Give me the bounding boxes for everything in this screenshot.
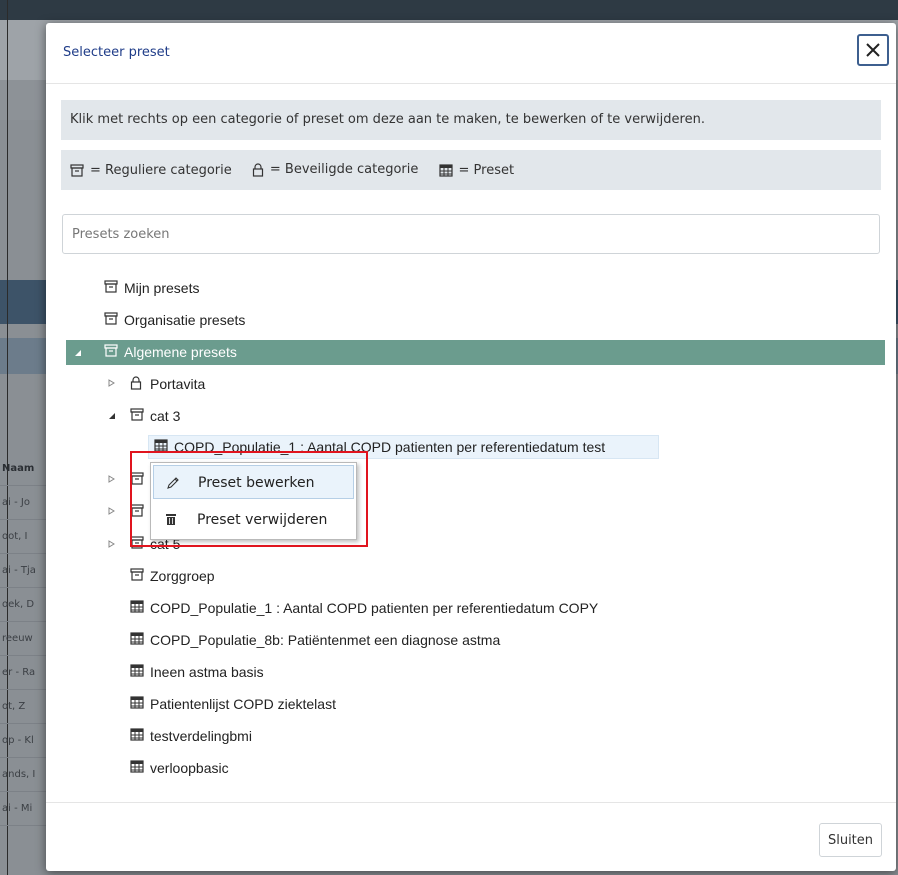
collapsed-toggle-icon[interactable] bbox=[108, 379, 116, 387]
tree-node-preset[interactable]: COPD_Populatie_1 : Aantal COPD patienten… bbox=[130, 596, 598, 620]
dialog-header: Selecteer preset bbox=[46, 23, 896, 84]
tree-node-zorggroep[interactable]: Zorggroep bbox=[130, 564, 215, 588]
tree-node-label: Zorggroep bbox=[150, 568, 215, 584]
legend-secured: = Beveiligde categorie bbox=[252, 150, 418, 190]
legend-bar: = Reguliere categorie = Beveiligde categ… bbox=[61, 150, 881, 190]
table-icon bbox=[130, 664, 146, 680]
close-button[interactable] bbox=[857, 34, 889, 66]
legend-regular: = Reguliere categorie bbox=[70, 151, 232, 191]
instruction-text: Klik met rechts op een categorie of pres… bbox=[70, 112, 705, 127]
table-icon bbox=[154, 439, 170, 455]
archive-icon bbox=[130, 504, 146, 520]
close-icon bbox=[866, 43, 880, 57]
table-icon bbox=[130, 760, 146, 776]
background-name-row: er - Ra bbox=[0, 656, 46, 690]
tree-node-preset[interactable]: Patientenlijst COPD ziektelast bbox=[130, 692, 336, 716]
tree-node-cat-3[interactable]: cat 3 bbox=[130, 404, 180, 428]
collapsed-toggle-icon[interactable] bbox=[108, 507, 116, 515]
background-name-row: ands, I bbox=[0, 758, 46, 792]
preset-search-input[interactable] bbox=[62, 214, 880, 254]
tree-node-label: verloopbasic bbox=[150, 760, 229, 776]
background-name-row: ot, Z bbox=[0, 690, 46, 724]
tree-node-label: Patientenlijst COPD ziektelast bbox=[150, 696, 336, 712]
tree-node-label: Organisatie presets bbox=[124, 312, 246, 328]
pencil-icon bbox=[167, 477, 179, 489]
archive-icon bbox=[104, 344, 120, 360]
tree-node-label: Ineen astma basis bbox=[150, 664, 264, 680]
legend-regular-label: = Reguliere categorie bbox=[90, 162, 232, 178]
tree-node-algemene-presets[interactable]: Algemene presets bbox=[104, 340, 237, 364]
table-icon bbox=[130, 600, 146, 616]
background-name-column: Naam ai - Jo oot, I ai - Tja oek, D reeu… bbox=[0, 452, 46, 826]
expanded-toggle-icon[interactable] bbox=[108, 412, 116, 420]
tree-node-label: Portavita bbox=[150, 376, 206, 392]
background-name-row: ai - Jo bbox=[0, 486, 46, 520]
background-name-row: ai - Mi bbox=[0, 792, 46, 826]
tree-node-organisatie-presets[interactable]: Organisatie presets bbox=[104, 308, 245, 332]
sluiten-button[interactable]: Sluiten bbox=[819, 823, 882, 857]
legend-preset-label: = Preset bbox=[458, 162, 515, 178]
tree-node-hidden-category[interactable] bbox=[130, 468, 150, 492]
archive-icon bbox=[104, 312, 120, 328]
table-icon bbox=[130, 696, 146, 712]
archive-icon bbox=[104, 280, 120, 296]
context-menu: Preset bewerken Preset verwijderen bbox=[150, 462, 357, 540]
archive-icon bbox=[130, 472, 146, 488]
tree-node-cat3-preset[interactable]: COPD_Populatie_1 : Aantal COPD patienten… bbox=[154, 435, 605, 459]
expanded-toggle-icon[interactable] bbox=[74, 349, 82, 357]
archive-icon bbox=[130, 408, 146, 424]
lock-icon bbox=[252, 163, 263, 177]
archive-icon bbox=[130, 568, 146, 584]
tree-node-label: COPD_Populatie_8b: Patiëntenmet een diag… bbox=[150, 632, 501, 648]
tree-node-preset[interactable]: Ineen astma basis bbox=[130, 660, 264, 684]
delete-preset-label: Preset verwijderen bbox=[197, 512, 328, 528]
legend-preset: = Preset bbox=[438, 151, 515, 191]
tree-node-label: COPD_Populatie_1 : Aantal COPD patienten… bbox=[150, 600, 599, 616]
tree-node-label: testverdelingbmi bbox=[150, 728, 252, 744]
lock-icon bbox=[130, 376, 146, 392]
select-preset-dialog: Selecteer preset Klik met rechts op een … bbox=[46, 23, 896, 871]
tree-node-label: cat 3 bbox=[150, 408, 181, 424]
tree-node-label: COPD_Populatie_1 : Aantal COPD patienten… bbox=[174, 439, 606, 455]
legend-secured-label: = Beveiligde categorie bbox=[269, 162, 419, 177]
tree-node-preset[interactable]: verloopbasic bbox=[130, 756, 229, 780]
archive-icon bbox=[130, 536, 146, 552]
table-icon bbox=[438, 164, 453, 177]
tree-node-portavita[interactable]: Portavita bbox=[130, 372, 205, 396]
trash-icon bbox=[166, 514, 176, 525]
background-name-row: oot, I bbox=[0, 520, 46, 554]
tree-node-label: Algemene presets bbox=[124, 344, 237, 360]
tree-node-label: Mijn presets bbox=[124, 280, 200, 296]
tree-node-hidden-category[interactable] bbox=[130, 500, 150, 524]
dialog-title: Selecteer preset bbox=[63, 45, 170, 60]
instruction-bar: Klik met rechts op een categorie of pres… bbox=[61, 100, 881, 140]
tree-node-preset[interactable]: COPD_Populatie_8b: Patiëntenmet een diag… bbox=[130, 628, 500, 652]
background-name-row: reeuw bbox=[0, 622, 46, 656]
table-icon bbox=[130, 632, 146, 648]
background-name-row: ai - Tja bbox=[0, 554, 46, 588]
background-name-row: oek, D bbox=[0, 588, 46, 622]
dialog-footer: Sluiten bbox=[46, 802, 896, 872]
collapsed-toggle-icon[interactable] bbox=[108, 540, 116, 548]
edit-preset-menu-item[interactable]: Preset bewerken bbox=[153, 465, 354, 499]
background-name-row: op - Kl bbox=[0, 724, 46, 758]
delete-preset-menu-item[interactable]: Preset verwijderen bbox=[153, 503, 354, 537]
tree-node-mijn-presets[interactable]: Mijn presets bbox=[104, 276, 199, 300]
tree-node-preset[interactable]: testverdelingbmi bbox=[130, 724, 252, 748]
collapsed-toggle-icon[interactable] bbox=[108, 475, 116, 483]
background-name-header: Naam bbox=[0, 452, 46, 486]
archive-icon bbox=[70, 164, 84, 177]
edit-preset-label: Preset bewerken bbox=[198, 475, 315, 491]
table-icon bbox=[130, 728, 146, 744]
